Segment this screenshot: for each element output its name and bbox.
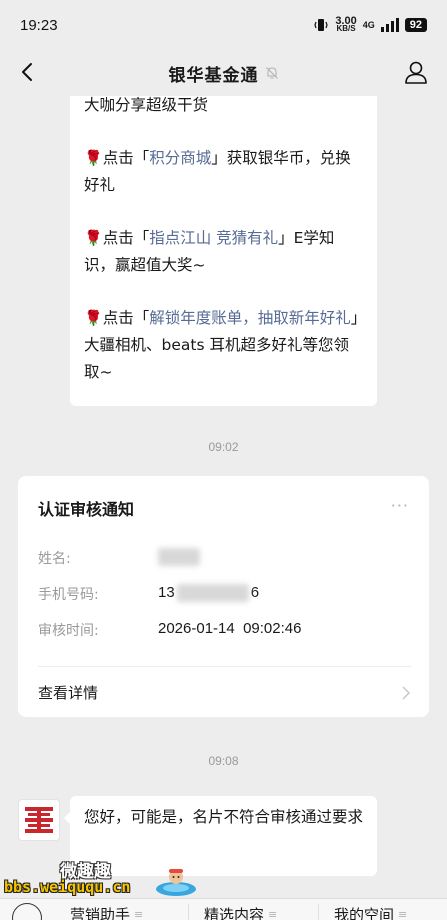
view-details-link[interactable]: 查看详情 bbox=[38, 682, 98, 703]
promo-paragraph-1: 🌹点击「积分商城」获取银华币，兑换好礼 bbox=[84, 149, 351, 194]
network-speed: 3.00 KB/S bbox=[335, 15, 357, 33]
avatar[interactable] bbox=[18, 799, 60, 841]
name-value-redacted bbox=[158, 548, 200, 568]
rose-icon: 🌹 bbox=[84, 309, 103, 327]
menu-list-icon: ≡ bbox=[398, 908, 408, 920]
signal-icon bbox=[380, 18, 399, 32]
promo-paragraph-2: 🌹点击「指点江山 竞猜有礼」E学知识，赢超值大奖~ bbox=[84, 229, 335, 274]
name-row: 姓名: bbox=[38, 548, 200, 568]
brand-logo-icon bbox=[25, 807, 53, 833]
page-title-wrap: 银华基金通 bbox=[169, 61, 279, 86]
phone-row: 手机号码: 13 6 bbox=[38, 584, 259, 604]
watermark-mascot-icon bbox=[156, 869, 196, 896]
phone-value: 13 6 bbox=[158, 584, 260, 603]
rose-icon: 🌹 bbox=[84, 149, 103, 167]
network-type: 4G bbox=[362, 20, 375, 30]
message-bubble-promo[interactable]: 大咖分享超级干货 🌹点击「积分商城」获取银华币，兑换好礼 🌹点击「指点江山 竞猜… bbox=[70, 96, 377, 406]
site-watermark: 微趣趣 bbs.weiququ.cn bbox=[4, 843, 204, 899]
promo-line-1: 大咖分享超级干货 bbox=[84, 96, 209, 114]
status-indicators: 3.00 KB/S 4G 92 bbox=[313, 15, 427, 33]
message-timestamp: 09:08 bbox=[208, 754, 239, 768]
card-divider bbox=[38, 666, 411, 667]
reply-text: 您好，可能是，名片不符合审核通过要求 bbox=[84, 808, 364, 826]
menu-divider bbox=[318, 904, 319, 920]
phone-label: 手机号码: bbox=[38, 587, 99, 603]
menu-list-icon: ≡ bbox=[134, 908, 144, 920]
watermark-url-text: bbs.weiququ.cn bbox=[4, 878, 131, 896]
menu-item-marketing-assistant[interactable]: 营销助手 ≡ bbox=[70, 904, 143, 920]
review-time-label: 审核时间: bbox=[38, 623, 99, 639]
back-arrow-icon[interactable] bbox=[16, 60, 40, 84]
annual-bill-link[interactable]: 解锁年度账单，抽取新年好礼 bbox=[149, 309, 351, 327]
menu-list-icon: ≡ bbox=[268, 908, 278, 920]
card-title: 认证审核通知 bbox=[38, 500, 135, 519]
more-options-icon[interactable]: ··· bbox=[391, 496, 409, 515]
points-mall-link[interactable]: 积分商城 bbox=[149, 149, 211, 167]
menu-divider bbox=[188, 904, 189, 920]
name-label: 姓名: bbox=[38, 551, 71, 567]
review-time-value: 2026-01-14 09:02:46 bbox=[158, 620, 302, 637]
menu-item-my-space[interactable]: 我的空间 ≡ bbox=[334, 904, 407, 920]
quiz-link[interactable]: 指点江山 竞猜有礼 bbox=[149, 229, 278, 247]
message-timestamp: 09:02 bbox=[208, 440, 239, 454]
promo-paragraph-3: 🌹点击「解锁年度账单，抽取新年好礼」大疆相机、beats 耳机超多好礼等您领取~ bbox=[84, 309, 359, 381]
rose-icon: 🌹 bbox=[84, 229, 103, 247]
chat-area[interactable]: 大咖分享超级干货 🌹点击「积分商城」获取银华币，兑换好礼 🌹点击「指点江山 竞猜… bbox=[0, 96, 447, 920]
mute-bell-icon bbox=[265, 67, 278, 79]
page-title: 银华基金通 bbox=[168, 65, 259, 86]
chevron-right-icon bbox=[402, 686, 411, 700]
user-profile-icon[interactable] bbox=[403, 59, 429, 85]
vibrate-icon bbox=[314, 19, 328, 31]
verification-notice-card[interactable]: 认证审核通知 ··· 姓名: 手机号码: 13 6 审核时间: 2026-01-1… bbox=[18, 476, 429, 717]
status-time: 19:23 bbox=[20, 16, 58, 34]
review-time-row: 审核时间: 2026-01-14 09:02:46 bbox=[38, 620, 301, 640]
nav-bar: 银华基金通 bbox=[0, 50, 447, 96]
battery-indicator: 92 bbox=[404, 18, 427, 32]
menu-item-featured-content[interactable]: 精选内容 ≡ bbox=[204, 904, 277, 920]
status-bar: 19:23 3.00 KB/S 4G 92 bbox=[0, 0, 447, 50]
